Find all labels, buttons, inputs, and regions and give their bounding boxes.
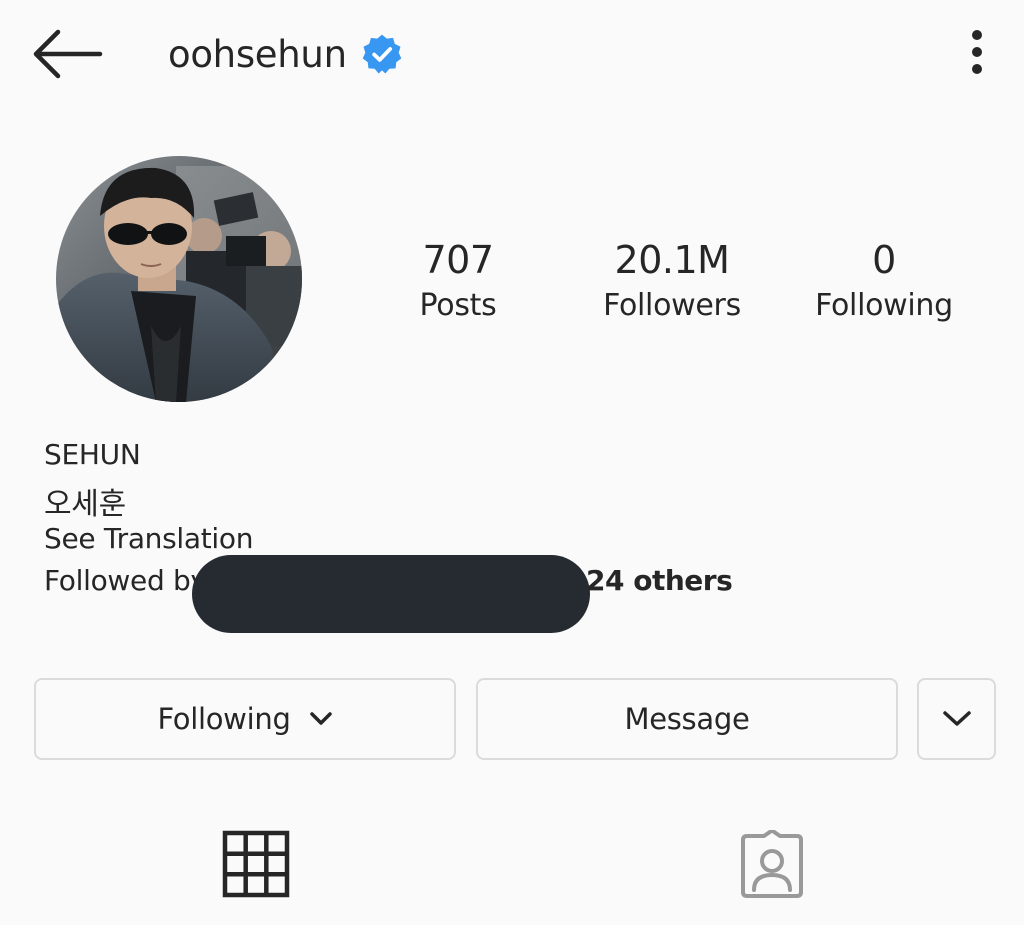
see-translation-link[interactable]: See Translation (44, 522, 254, 555)
following-stat[interactable]: 0 Following (784, 236, 984, 328)
followers-label: Followers (603, 288, 741, 323)
more-vertical-icon (972, 30, 982, 74)
tab-posts-grid[interactable] (222, 830, 290, 898)
profile-photo (56, 156, 302, 402)
username: oohsehun (168, 32, 347, 76)
following-button-label: Following (157, 702, 291, 736)
top-bar: oohsehun (0, 0, 1024, 110)
posts-stat[interactable]: 707 Posts (358, 236, 558, 328)
grid-icon (222, 830, 290, 898)
verified-badge-icon (362, 34, 402, 74)
followed-by-row[interactable]: Followed by 24 others (44, 555, 744, 633)
suggested-accounts-button[interactable] (917, 678, 996, 760)
chevron-down-icon (942, 711, 971, 726)
profile-avatar[interactable] (56, 156, 302, 402)
message-button-label: Message (624, 702, 750, 736)
followers-stat[interactable]: 20.1M Followers (572, 236, 772, 328)
tagged-user-icon (741, 828, 803, 898)
followed-by-suffix: 24 others (586, 564, 733, 597)
chevron-down-icon (309, 712, 332, 725)
back-button[interactable] (28, 26, 104, 82)
message-button[interactable]: Message (476, 678, 898, 760)
following-label: Following (815, 288, 953, 323)
posts-count: 707 (422, 238, 494, 282)
more-options-button[interactable] (955, 26, 999, 82)
profile-name: SEHUN (44, 438, 141, 471)
followers-count: 20.1M (614, 238, 730, 282)
profile-name-korean: 오세훈 (44, 487, 126, 522)
tab-tagged[interactable] (737, 828, 807, 900)
username-row: oohsehun (168, 28, 403, 80)
following-count: 0 (872, 238, 896, 282)
posts-label: Posts (419, 288, 497, 323)
arrow-left-icon (33, 29, 103, 79)
redaction-mark (192, 555, 590, 633)
followed-by-prefix: Followed by (44, 564, 207, 597)
following-button[interactable]: Following (34, 678, 456, 760)
